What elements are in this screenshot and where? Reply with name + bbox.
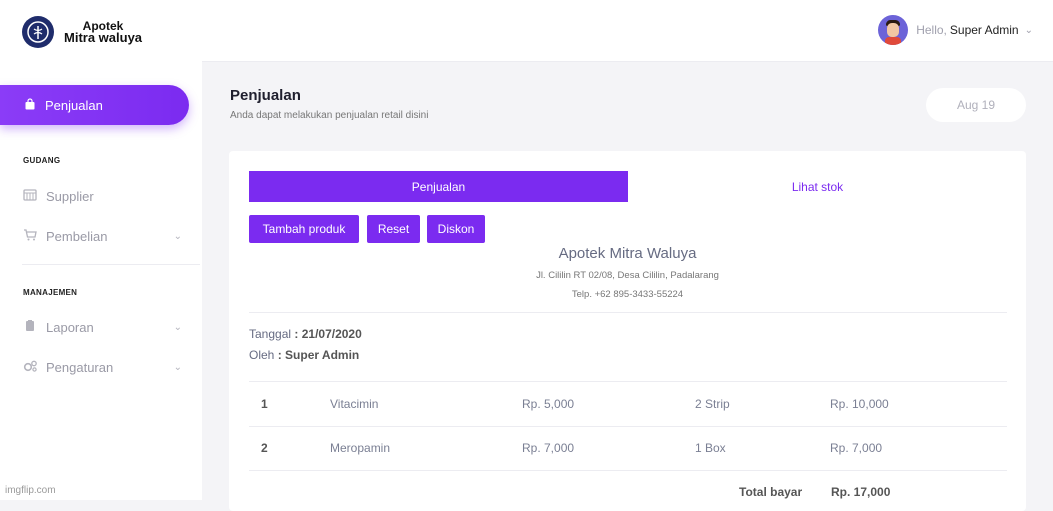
page-subtitle: Anda dapat melakukan penjualan retail di… [230,110,429,121]
user-menu[interactable]: Hello, Super Admin ⌄ [878,15,1033,45]
brand-name: Apotek Mitra waluya [64,19,143,45]
sidebar-item-penjualan[interactable]: Penjualan [0,85,189,125]
add-product-button[interactable]: Tambah produk [249,215,359,243]
tab-lihat-stok[interactable]: Lihat stok [628,171,1007,202]
avatar [878,15,909,45]
row-number: 1 [261,397,268,411]
divider [249,312,1007,313]
tab-penjualan[interactable]: Penjualan [249,171,628,202]
watermark: imgflip.com [5,485,56,496]
chevron-down-icon: ⌄ [173,230,182,242]
sidebar-item-pembelian[interactable]: Pembelian ⌄ [22,226,182,246]
sidebar-item-label: Laporan [46,319,94,335]
sidebar-item-label: Pengaturan [46,359,114,375]
section-label-manajemen: MANAJEMEN [23,288,78,297]
store-name: Apotek Mitra Waluya [558,245,697,262]
product-price: Rp. 5,000 [522,397,575,411]
product-qty: 2 Strip [695,397,730,411]
product-name: Meropamin [330,441,391,455]
username: Super Admin [949,23,1019,37]
store-address: Jl. Cililin RT 02/08, Desa Cililin, Pada… [536,270,719,281]
date-badge: Aug 19 [926,88,1026,122]
product-subtotal: Rp. 7,000 [830,441,883,455]
shopping-bag-icon [24,97,36,113]
page-title: Penjualan [230,87,301,104]
greeting-text: Hello, [916,23,947,37]
product-price: Rp. 7,000 [522,441,575,455]
divider [249,381,1007,382]
transaction-cashier: Oleh : Super Admin [249,348,360,362]
total-label: Total bayar [739,485,803,499]
transaction-date: Tanggal : 21/07/2020 [249,327,362,341]
product-subtotal: Rp. 10,000 [830,397,889,411]
server-icon [22,188,38,204]
divider [249,470,1007,471]
sidebar-item-supplier[interactable]: Supplier [22,186,182,206]
sidebar-item-label: Pembelian [46,228,108,244]
gears-icon [22,360,38,375]
clipboard-icon [22,319,38,335]
sidebar-item-pengaturan[interactable]: Pengaturan ⌄ [22,357,182,377]
total-value: Rp. 17,000 [831,485,891,499]
row-number: 2 [261,441,268,455]
chevron-down-icon: ⌄ [173,321,182,333]
sales-card: Penjualan Lihat stok Tambah produk Reset… [229,151,1026,511]
caduceus-logo-icon [22,16,54,48]
section-label-gudang: GUDANG [23,156,61,165]
brand-logo[interactable]: Apotek Mitra waluya [22,14,192,50]
divider [249,426,1007,427]
sidebar-item-label: Penjualan [45,97,103,113]
sidebar-divider [22,264,200,265]
reset-button[interactable]: Reset [367,215,420,243]
top-bar: Hello, Super Admin ⌄ [202,0,1053,62]
product-name: Vitacimin [330,397,379,411]
store-phone: Telp. +62 895-3433-55224 [571,289,684,300]
product-qty: 1 Box [695,441,726,455]
sidebar-item-label: Supplier [46,188,94,204]
chevron-down-icon: ⌄ [1024,24,1033,36]
chevron-down-icon: ⌄ [173,361,182,373]
sidebar-item-laporan[interactable]: Laporan ⌄ [22,317,182,337]
sidebar: Apotek Mitra waluya Penjualan GUDANG Sup… [0,0,202,500]
discount-button[interactable]: Diskon [427,215,485,243]
cart-icon [22,228,38,244]
